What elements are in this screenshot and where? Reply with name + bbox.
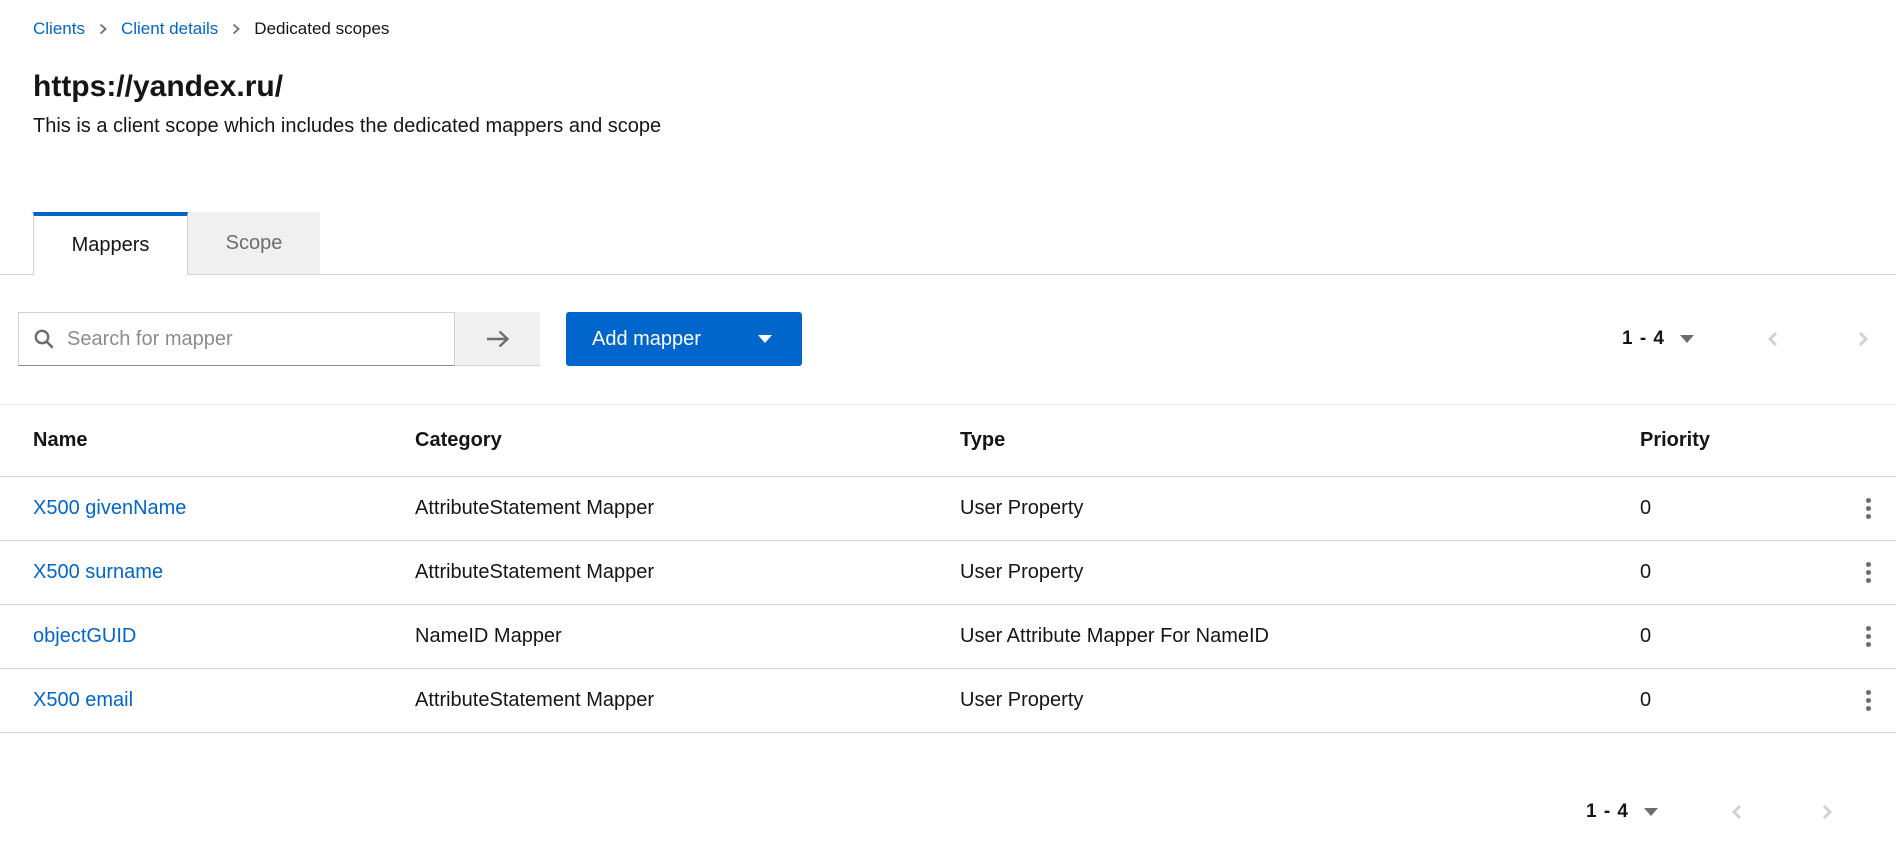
tab-scope-label: Scope	[226, 232, 283, 255]
search-icon	[33, 328, 55, 350]
cell-category: AttributeStatement Mapper	[415, 497, 960, 520]
previous-page-button[interactable]	[1760, 325, 1786, 353]
table-row: X500 email AttributeStatement Mapper Use…	[0, 669, 1896, 733]
search-group	[18, 312, 540, 366]
kebab-icon	[1866, 626, 1871, 631]
page-title: https://yandex.ru/	[33, 69, 1896, 105]
mappers-table: Name Category Type Priority X500 givenNa…	[0, 404, 1896, 733]
chevron-left-icon	[1764, 329, 1782, 349]
page-description: This is a client scope which includes th…	[33, 114, 1896, 138]
column-header-type: Type	[960, 429, 1640, 452]
cell-category: AttributeStatement Mapper	[415, 689, 960, 712]
kebab-icon	[1866, 498, 1871, 503]
pagination-menu-toggle[interactable]: 1 - 4	[1578, 795, 1666, 829]
row-actions-kebab-button[interactable]	[1858, 618, 1879, 655]
table-row: X500 givenName AttributeStatement Mapper…	[0, 477, 1896, 541]
mappers-toolbar: Add mapper 1 - 4	[0, 312, 1896, 366]
kebab-icon	[1866, 562, 1871, 567]
search-input[interactable]	[65, 327, 444, 352]
caret-down-icon	[758, 335, 772, 343]
breadcrumb-current: Dedicated scopes	[254, 19, 389, 39]
add-mapper-button[interactable]: Add mapper	[566, 312, 802, 366]
pagination-bottom-bar: 1 - 4	[0, 795, 1896, 829]
kebab-icon	[1866, 690, 1871, 695]
cell-type: User Property	[960, 689, 1640, 712]
chevron-left-icon	[1728, 802, 1746, 822]
next-page-button[interactable]	[1814, 798, 1840, 826]
table-row: objectGUID NameID Mapper User Attribute …	[0, 605, 1896, 669]
cell-priority: 0	[1640, 625, 1840, 648]
breadcrumb: Clients Client details Dedicated scopes	[0, 0, 1896, 39]
chevron-right-icon	[1854, 329, 1872, 349]
caret-down-icon	[1680, 335, 1694, 343]
cell-priority: 0	[1640, 689, 1840, 712]
column-header-name: Name	[33, 429, 415, 452]
tab-scope[interactable]: Scope	[188, 212, 320, 274]
pagination-menu-toggle[interactable]: 1 - 4	[1614, 322, 1702, 356]
pagination-bottom: 1 - 4	[1578, 795, 1840, 829]
column-header-category: Category	[415, 429, 960, 452]
pagination-top: 1 - 4	[1614, 322, 1876, 356]
cell-type: User Property	[960, 561, 1640, 584]
search-submit-button[interactable]	[455, 312, 540, 366]
cell-type: User Attribute Mapper For NameID	[960, 625, 1640, 648]
arrow-right-icon	[484, 329, 512, 349]
cell-priority: 0	[1640, 497, 1840, 520]
add-mapper-label: Add mapper	[592, 328, 701, 351]
tab-mappers[interactable]: Mappers	[33, 212, 188, 275]
row-actions-kebab-button[interactable]	[1858, 682, 1879, 719]
caret-down-icon	[1644, 808, 1658, 816]
mapper-name-link[interactable]: X500 email	[33, 689, 133, 711]
tab-mappers-label: Mappers	[72, 234, 150, 257]
cell-category: NameID Mapper	[415, 625, 960, 648]
row-actions-kebab-button[interactable]	[1858, 554, 1879, 591]
next-page-button[interactable]	[1850, 325, 1876, 353]
breadcrumb-link-clients[interactable]: Clients	[33, 19, 85, 39]
mapper-name-link[interactable]: objectGUID	[33, 625, 136, 647]
previous-page-button[interactable]	[1724, 798, 1750, 826]
chevron-right-icon	[98, 22, 108, 36]
row-actions-kebab-button[interactable]	[1858, 490, 1879, 527]
mapper-name-link[interactable]: X500 surname	[33, 561, 163, 583]
search-box	[18, 312, 455, 366]
tab-bar: Mappers Scope	[0, 212, 1896, 275]
cell-category: AttributeStatement Mapper	[415, 561, 960, 584]
table-header-row: Name Category Type Priority	[0, 405, 1896, 477]
chevron-right-icon	[1818, 802, 1836, 822]
cell-type: User Property	[960, 497, 1640, 520]
chevron-right-icon	[231, 22, 241, 36]
breadcrumb-link-client-details[interactable]: Client details	[121, 19, 218, 39]
column-header-priority: Priority	[1640, 429, 1840, 452]
pagination-range: 1 - 4	[1586, 801, 1629, 823]
pagination-range: 1 - 4	[1622, 328, 1665, 350]
table-row: X500 surname AttributeStatement Mapper U…	[0, 541, 1896, 605]
mapper-name-link[interactable]: X500 givenName	[33, 497, 186, 519]
cell-priority: 0	[1640, 561, 1840, 584]
